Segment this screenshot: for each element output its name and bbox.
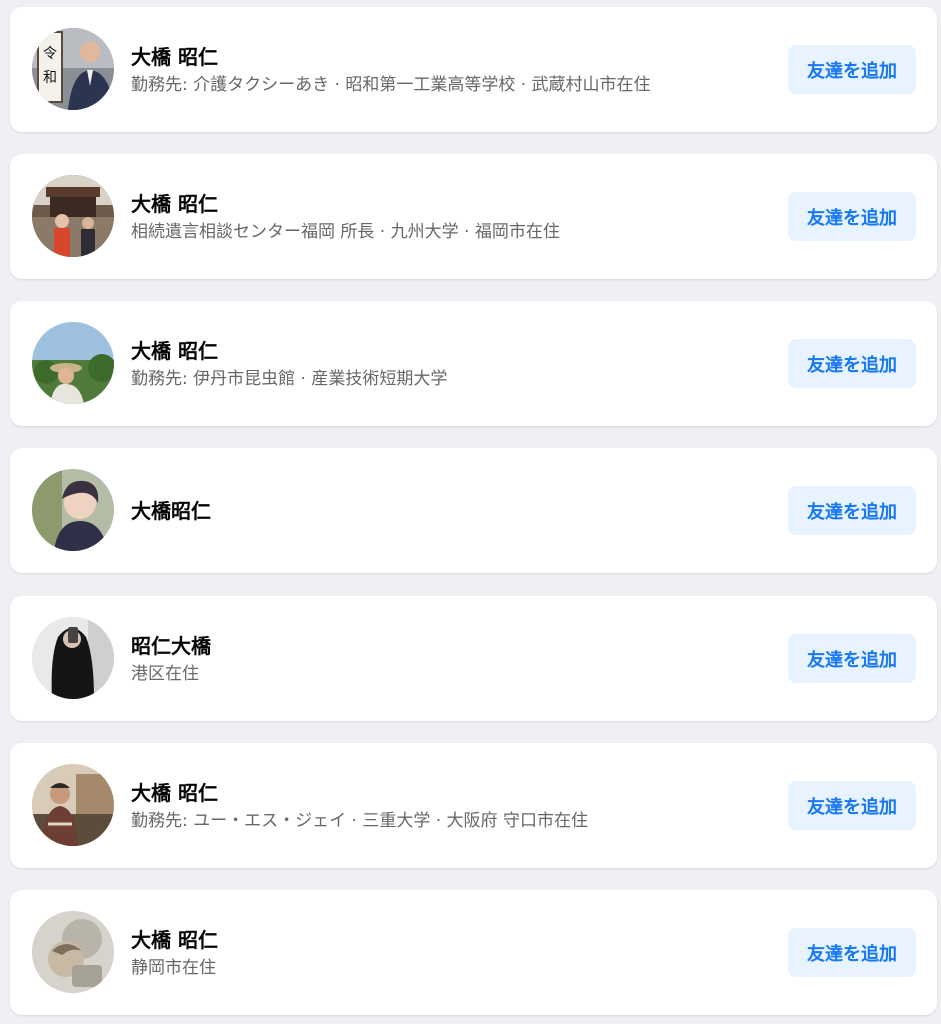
person-name[interactable]: 昭仁大橋: [131, 632, 771, 660]
person-result-card: 大橋 昭仁 相続遺言相談センター福岡 所長 · 九州大学 · 福岡市在住 友達を…: [10, 154, 937, 279]
person-info: 大橋 昭仁 勤務先: ユー・エス・ジェイ · 三重大学 · 大阪府 守口市在住: [131, 743, 771, 868]
add-friend-button[interactable]: 友達を追加: [788, 45, 916, 94]
person-info: 大橋昭仁: [131, 448, 771, 573]
person-result-card: 大橋 昭仁 勤務先: ユー・エス・ジェイ · 三重大学 · 大阪府 守口市在住 …: [10, 743, 937, 868]
person-name[interactable]: 大橋 昭仁: [131, 926, 771, 954]
person-detail: 勤務先: 伊丹市昆虫館 · 産業技術短期大学: [131, 368, 448, 389]
avatar-image: 令 和: [32, 28, 114, 110]
svg-text:令: 令: [43, 46, 57, 62]
person-result-card: 大橋 昭仁 静岡市在住 友達を追加: [10, 890, 937, 1015]
person-name[interactable]: 大橋昭仁: [131, 497, 771, 525]
person-name[interactable]: 大橋 昭仁: [131, 779, 771, 807]
avatar-image: [32, 911, 114, 993]
profile-picture[interactable]: [32, 911, 114, 993]
add-friend-button[interactable]: 友達を追加: [788, 928, 916, 977]
profile-picture[interactable]: [32, 617, 114, 699]
profile-picture[interactable]: 令 和: [32, 28, 114, 110]
person-info: 大橋 昭仁 静岡市在住: [131, 890, 771, 1015]
person-detail: 勤務先: ユー・エス・ジェイ · 三重大学 · 大阪府 守口市在住: [131, 810, 588, 831]
svg-text:和: 和: [43, 70, 57, 86]
avatar-image: [32, 322, 114, 404]
person-info: 大橋 昭仁 相続遺言相談センター福岡 所長 · 九州大学 · 福岡市在住: [131, 154, 771, 279]
avatar-image: [32, 764, 114, 846]
person-detail: 港区在住: [131, 663, 199, 684]
person-result-card: 昭仁大橋 港区在住 友達を追加: [10, 596, 937, 721]
avatar-image: [32, 617, 114, 699]
person-result-card: 大橋昭仁 友達を追加: [10, 448, 937, 573]
add-friend-button[interactable]: 友達を追加: [788, 339, 916, 388]
profile-picture[interactable]: [32, 469, 114, 551]
person-name[interactable]: 大橋 昭仁: [131, 190, 771, 218]
profile-picture[interactable]: [32, 175, 114, 257]
person-result-card: 令 和 大橋 昭仁 勤務先: 介護タクシーあき · 昭和第一工業高等学校 · 武…: [10, 7, 937, 132]
profile-picture[interactable]: [32, 322, 114, 404]
person-result-card: 大橋 昭仁 勤務先: 伊丹市昆虫館 · 産業技術短期大学 友達を追加: [10, 301, 937, 426]
avatar-image: [32, 469, 114, 551]
person-detail: 静岡市在住: [131, 957, 216, 978]
person-info: 大橋 昭仁 勤務先: 介護タクシーあき · 昭和第一工業高等学校 · 武蔵村山市…: [131, 7, 771, 132]
person-detail: 勤務先: 介護タクシーあき · 昭和第一工業高等学校 · 武蔵村山市在住: [131, 74, 651, 95]
person-detail: 相続遺言相談センター福岡 所長 · 九州大学 · 福岡市在住: [131, 221, 560, 242]
add-friend-button[interactable]: 友達を追加: [788, 634, 916, 683]
person-name[interactable]: 大橋 昭仁: [131, 337, 771, 365]
profile-picture[interactable]: [32, 764, 114, 846]
avatar-image: [32, 175, 114, 257]
add-friend-button[interactable]: 友達を追加: [788, 486, 916, 535]
add-friend-button[interactable]: 友達を追加: [788, 192, 916, 241]
person-info: 大橋 昭仁 勤務先: 伊丹市昆虫館 · 産業技術短期大学: [131, 301, 771, 426]
person-name[interactable]: 大橋 昭仁: [131, 43, 771, 71]
add-friend-button[interactable]: 友達を追加: [788, 781, 916, 830]
person-info: 昭仁大橋 港区在住: [131, 596, 771, 721]
